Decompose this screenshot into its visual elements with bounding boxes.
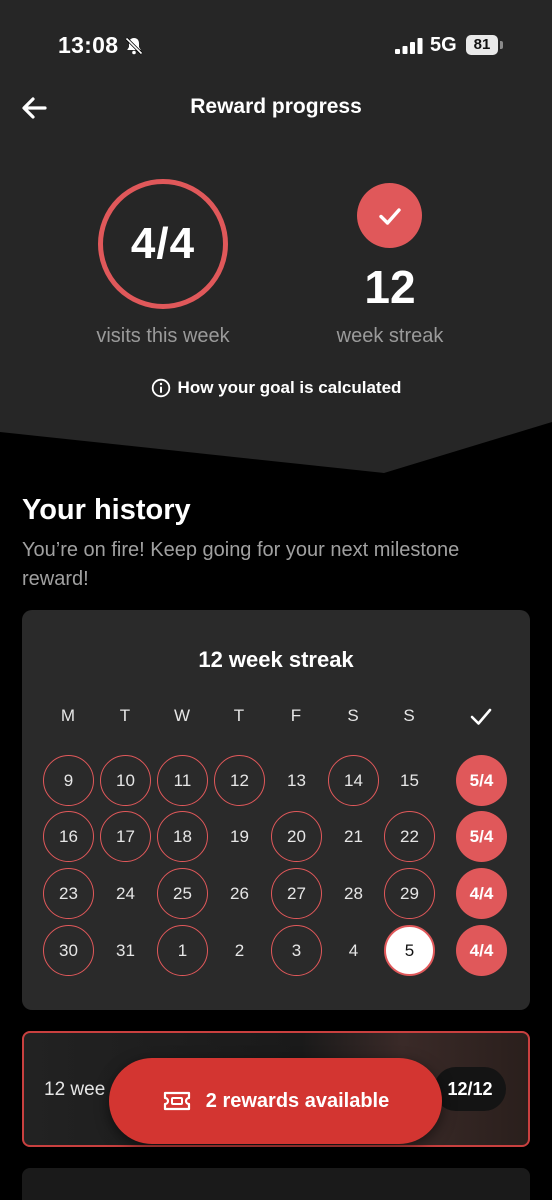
status-bar: 13:08 5G 81 — [0, 0, 552, 90]
calendar-day-visited: 27 — [271, 868, 322, 919]
calendar-day-visited: 14 — [328, 755, 379, 806]
day-header: S — [347, 706, 359, 725]
goal-info-text: How your goal is calculated — [177, 378, 402, 397]
info-icon — [151, 378, 170, 398]
calendar-day-visited: 23 — [43, 868, 94, 919]
calendar-day: 15 — [400, 770, 419, 790]
rewards-button-label: 2 rewards available — [205, 1089, 390, 1112]
calendar-day-visited: 16 — [43, 811, 94, 862]
calendar-day-visited: 11 — [157, 755, 208, 806]
visits-label: visits this week — [96, 325, 230, 347]
calendar-day-visited: 12 — [214, 755, 265, 806]
calendar-day-visited: 3 — [271, 925, 322, 976]
signal-icon — [395, 38, 423, 54]
calendar-day: 19 — [230, 826, 249, 846]
calendar-day-today: 5 — [384, 925, 435, 976]
calendar-day: 2 — [234, 940, 245, 960]
reward-card-title: 12 wee — [44, 1079, 106, 1100]
status-time: 13:08 — [58, 32, 119, 58]
streak-check-badge — [357, 183, 422, 248]
calendar-day-visited: 1 — [157, 925, 208, 976]
day-header: S — [403, 706, 415, 725]
calendar-day: 24 — [116, 883, 135, 903]
calendar-day: 28 — [344, 883, 363, 903]
calendar-day-visited: 20 — [271, 811, 322, 862]
bell-slash-icon — [125, 37, 143, 55]
history-title: Your history — [22, 494, 191, 526]
history-subtitle: You’re on fire! Keep going for your next… — [22, 539, 460, 590]
day-header: F — [290, 706, 302, 725]
calendar-day-visited: 22 — [384, 811, 435, 862]
day-header: W — [173, 706, 191, 725]
reward-card-progress: 12/12 — [434, 1067, 506, 1111]
calendar-day-visited: 30 — [43, 925, 94, 976]
calendar-day: 26 — [230, 883, 249, 903]
week-score-badge: 4/4 — [456, 925, 507, 976]
calendar-day: 4 — [348, 940, 359, 960]
page-title: Reward progress — [190, 95, 362, 118]
ticket-icon — [163, 1091, 190, 1111]
next-reward-card[interactable] — [22, 1168, 530, 1200]
streak-label: week streak — [336, 325, 444, 347]
checkmark-icon — [470, 708, 492, 725]
calendar-day-visited: 10 — [100, 755, 151, 806]
calendar-day-visited: 25 — [157, 868, 208, 919]
goal-info-link[interactable]: How your goal is calculated — [0, 378, 552, 398]
calendar-day-visited: 17 — [100, 811, 151, 862]
visits-progress-ring: 4/4 — [98, 179, 228, 309]
day-header: M — [60, 706, 76, 725]
week-score-badge: 5/4 — [456, 755, 507, 806]
day-header: T — [119, 706, 131, 725]
calendar-day-visited: 18 — [157, 811, 208, 862]
calendar-day-visited: 29 — [384, 868, 435, 919]
calendar-day: 21 — [344, 826, 363, 846]
calendar-day: 13 — [287, 770, 306, 790]
rewards-available-button[interactable]: 2 rewards available — [109, 1058, 442, 1144]
calendar-day-visited: 9 — [43, 755, 94, 806]
checkmark-icon — [378, 207, 401, 225]
week-score-badge: 5/4 — [456, 811, 507, 862]
streak-value: 12 — [364, 261, 416, 313]
week-score-badge: 4/4 — [456, 868, 507, 919]
battery-level: 81 — [466, 35, 498, 55]
streak-calendar-card: 12 week streak M T W T F S S 9 10 11 12 13 14 15 5/4 16… — [22, 610, 530, 1010]
calendar-day: 31 — [116, 940, 135, 960]
network-type: 5G — [430, 34, 457, 56]
calendar-title: 12 week streak — [198, 647, 354, 672]
visits-value: 4/4 — [130, 219, 196, 268]
day-header: T — [233, 706, 245, 725]
battery-tip — [500, 41, 503, 49]
week-complete-header — [456, 706, 506, 730]
